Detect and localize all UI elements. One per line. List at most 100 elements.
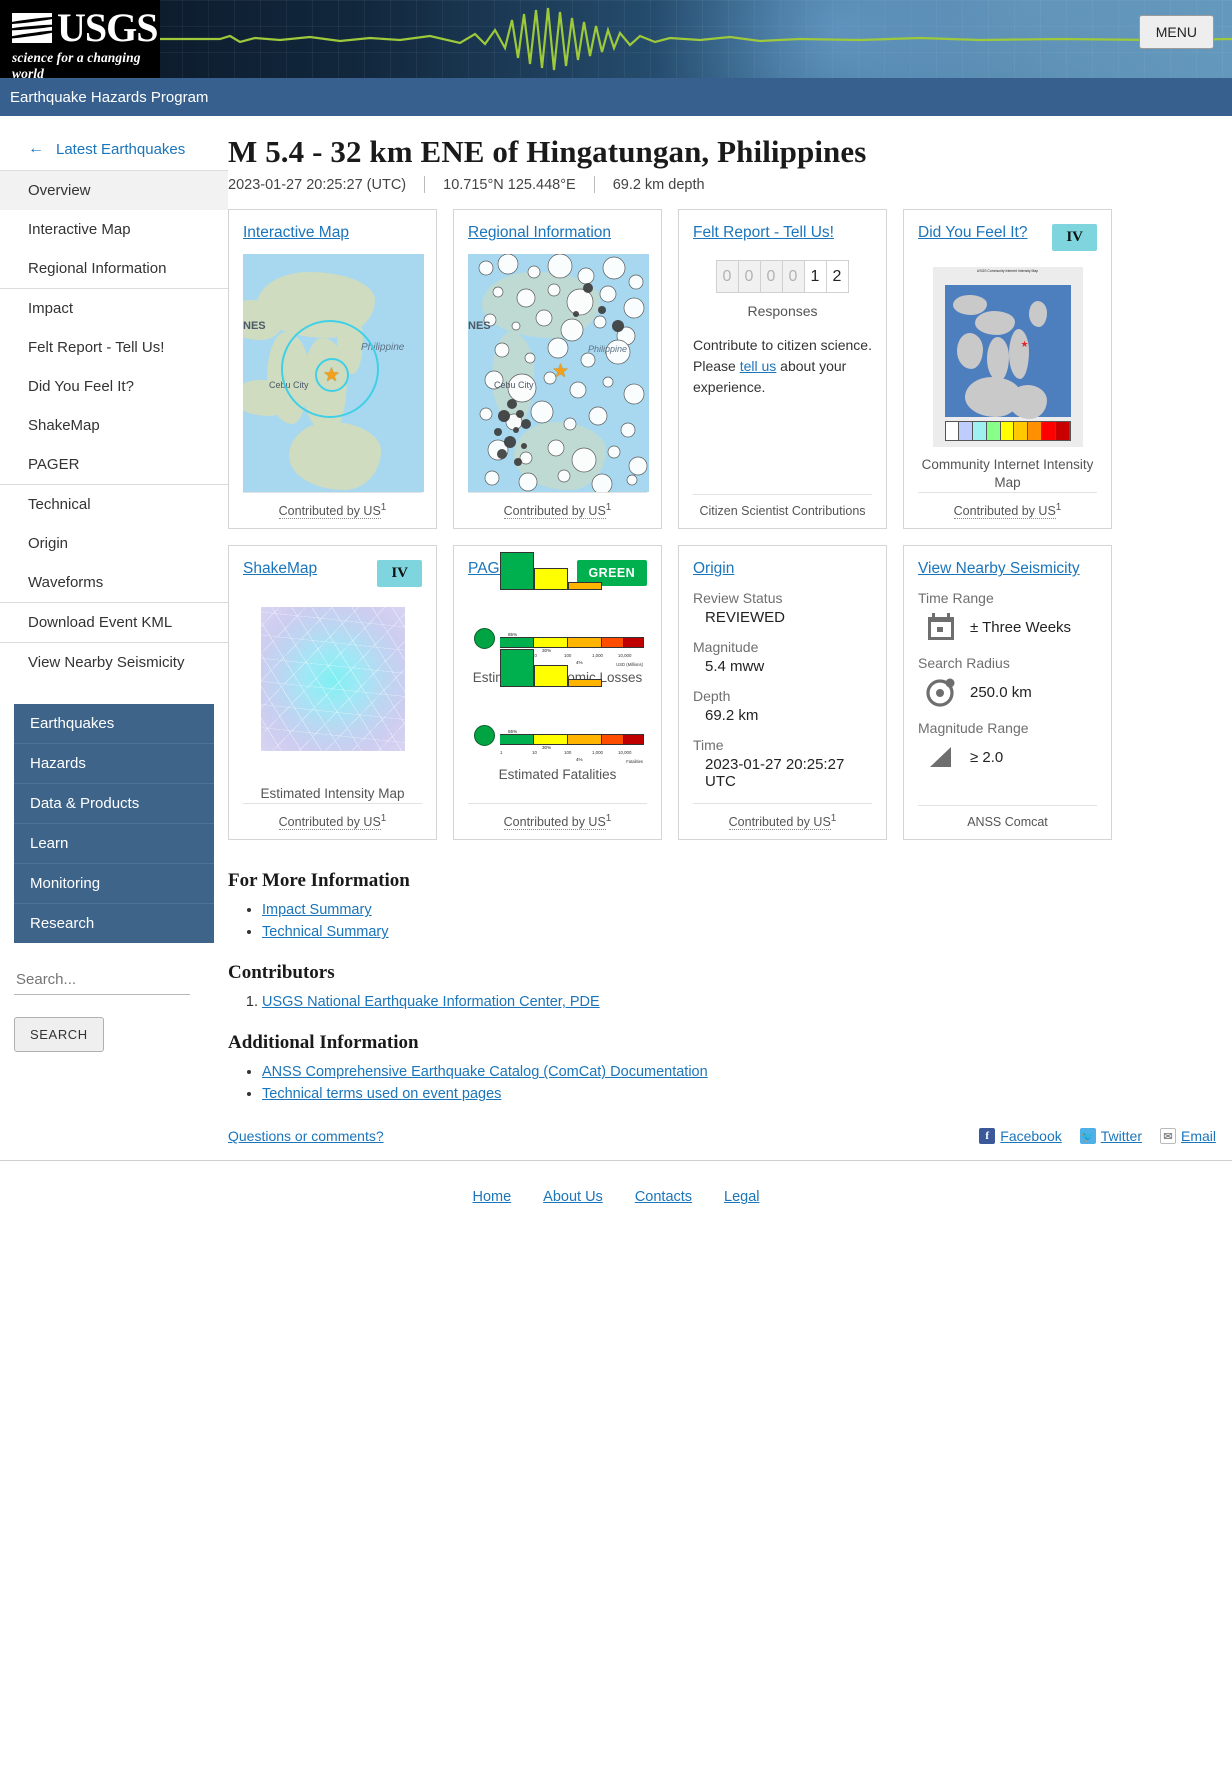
pager-axis-tick: 100 [564,750,571,755]
detail-value: ≥ 2.0 [970,749,1003,766]
card-title-regional-information[interactable]: Regional Information [468,224,611,242]
interactive-map-thumbnail[interactable]: NES Philippine Cebu City ★ [243,254,424,492]
tell-us-link[interactable]: tell us [740,358,777,374]
origin-row-magnitude: Magnitude 5.4 mww [693,639,872,675]
link-contributor-nei[interactable]: USGS National Earthquake Information Cen… [262,994,600,1010]
card-title-felt-report[interactable]: Felt Report - Tell Us! [693,224,834,242]
sidebar-item-felt-report[interactable]: Felt Report - Tell Us! [0,328,228,367]
footer-link-home[interactable]: Home [472,1189,511,1205]
shakemap-thumbnail[interactable] [261,607,405,751]
site-nav-data-products[interactable]: Data & Products [14,784,214,824]
sidebar-back-latest-earthquakes[interactable]: ← Latest Earthquakes [0,130,228,170]
social-link-twitter[interactable]: 🐦 Twitter [1080,1128,1142,1144]
pager-caption-fatalities: Estimated Fatalities [468,767,647,782]
sidebar-group-3: Technical Origin Waveforms [0,484,228,602]
sidebar-item-waveforms[interactable]: Waveforms [0,563,228,602]
menu-button[interactable]: MENU [1139,15,1214,49]
detail-label: Review Status [693,590,872,606]
link-technical-terms[interactable]: Technical terms used on event pages [262,1086,501,1102]
card-felt-report[interactable]: Felt Report - Tell Us! 0 0 0 0 1 2 Respo… [678,209,887,529]
link-comcat-documentation[interactable]: ANSS Comprehensive Earthquake Catalog (C… [262,1064,708,1080]
card-title-shakemap[interactable]: ShakeMap [243,560,317,578]
site-nav-research[interactable]: Research [14,904,214,943]
sidebar-item-overview[interactable]: Overview [0,171,228,210]
search-input[interactable] [14,965,190,995]
detail-label: Depth [693,688,872,704]
pager-axis-tick: 100 [564,653,571,658]
card-title-did-you-feel-it[interactable]: Did You Feel It? [918,224,1027,242]
questions-social-bar: Questions or comments? f Facebook 🐦 Twit… [228,1128,1216,1144]
site-nav-hazards[interactable]: Hazards [14,744,214,784]
detail-label: Magnitude [693,639,872,655]
site-nav-earthquakes[interactable]: Earthquakes [14,704,214,744]
card-footer-pager: Contributed by US1 [468,803,647,829]
list-item: ANSS Comprehensive Earthquake Catalog (C… [262,1064,1216,1080]
sidebar-item-did-you-feel-it[interactable]: Did You Feel It? [0,367,228,406]
detail-value: REVIEWED [693,609,872,626]
pager-green-dot-icon [474,628,495,649]
magnitude-icon [926,742,956,772]
pager-axis-label: Fatalities [626,759,643,764]
card-footer-did-you-feel-it: Contributed by US1 [918,492,1097,518]
seismicity-row-time-range: Time Range ± Three Weeks [918,590,1097,642]
sidebar-item-interactive-map[interactable]: Interactive Map [0,210,228,249]
regional-map-thumbnail[interactable]: NES Philippine Cebu City ★ [468,254,649,492]
link-impact-summary[interactable]: Impact Summary [262,902,372,918]
detail-value: 5.4 mww [693,658,872,675]
card-footer-nearby-seismicity: ANSS Comcat [918,805,1097,829]
dyfi-thumb-title: USGS Community Internet Intensity Map [933,269,1083,274]
card-interactive-map[interactable]: Interactive Map NES Philippine Cebu City [228,209,437,529]
event-depth: 69.2 km depth [613,177,705,193]
waveform-graphic [160,0,1232,78]
detail-value: 69.2 km [693,707,872,724]
pager-axis-tick: 10,000 [618,653,631,658]
card-title-origin[interactable]: Origin [693,560,734,578]
social-link-email[interactable]: ✉ Email [1160,1128,1216,1144]
sidebar-item-origin[interactable]: Origin [0,524,228,563]
footer-link-about-us[interactable]: About Us [543,1189,603,1205]
pager-pct: 4% [576,660,583,665]
map-label-country: NES [468,320,491,332]
sidebar-item-view-nearby-seismicity[interactable]: View Nearby Seismicity [0,643,228,682]
link-questions-or-comments[interactable]: Questions or comments? [228,1128,384,1144]
search-button[interactable]: SEARCH [14,1017,104,1052]
contributors-links: USGS National Earthquake Information Cen… [228,994,1216,1010]
site-nav-learn[interactable]: Learn [14,824,214,864]
sidebar-item-shakemap[interactable]: ShakeMap [0,406,228,445]
link-technical-summary[interactable]: Technical Summary [262,924,389,940]
card-caption-shakemap: Estimated Intensity Map [243,785,422,803]
detail-value: 250.0 km [970,684,1032,701]
sidebar-item-impact[interactable]: Impact [0,289,228,328]
detail-label: Search Radius [918,655,1097,671]
card-regional-information[interactable]: Regional Information [453,209,662,529]
sidebar-item-regional-information[interactable]: Regional Information [0,249,228,288]
sidebar-item-download-event-kml[interactable]: Download Event KML [0,603,228,642]
contributor-ref: 1 [381,502,387,513]
card-did-you-feel-it[interactable]: Did You Feel It? IV USGS Community Inter… [903,209,1112,529]
card-title-nearby-seismicity[interactable]: View Nearby Seismicity [918,560,1080,578]
pager-axis-tick: 10 [532,750,537,755]
card-origin[interactable]: Origin Review Status REVIEWED Magnitude … [678,545,887,840]
social-link-facebook[interactable]: f Facebook [979,1128,1061,1144]
meta-divider [424,176,425,193]
card-shakemap[interactable]: ShakeMap IV Estimated Intensity Map Cont… [228,545,437,840]
footer-link-contacts[interactable]: Contacts [635,1189,692,1205]
card-nearby-seismicity[interactable]: View Nearby Seismicity Time Range [903,545,1112,840]
card-footer-interactive-map: Contributed by US1 [243,492,422,518]
sidebar-item-pager[interactable]: PAGER [0,445,228,484]
detail-label: Time Range [918,590,1097,606]
dyfi-map-thumbnail[interactable]: USGS Community Internet Intensity Map ★ [933,267,1083,447]
contributor-label: Contributed by US [279,504,381,519]
site-nav-monitoring[interactable]: Monitoring [14,864,214,904]
sidebar-item-technical[interactable]: Technical [0,485,228,524]
card-title-interactive-map[interactable]: Interactive Map [243,224,349,242]
list-item: Impact Summary [262,902,1216,918]
event-metadata: 2023-01-27 20:25:27 (UTC) 10.715°N 125.4… [228,176,1216,193]
usgs-logo[interactable]: USGS science for a changing world [0,0,160,78]
event-time: 2023-01-27 20:25:27 (UTC) [228,177,406,193]
social-label: Email [1181,1128,1216,1144]
origin-row-depth: Depth 69.2 km [693,688,872,724]
counter-digit: 1 [804,260,827,293]
card-pager[interactable]: PAGER GREEN 65% 30% [453,545,662,840]
footer-link-legal[interactable]: Legal [724,1189,759,1205]
